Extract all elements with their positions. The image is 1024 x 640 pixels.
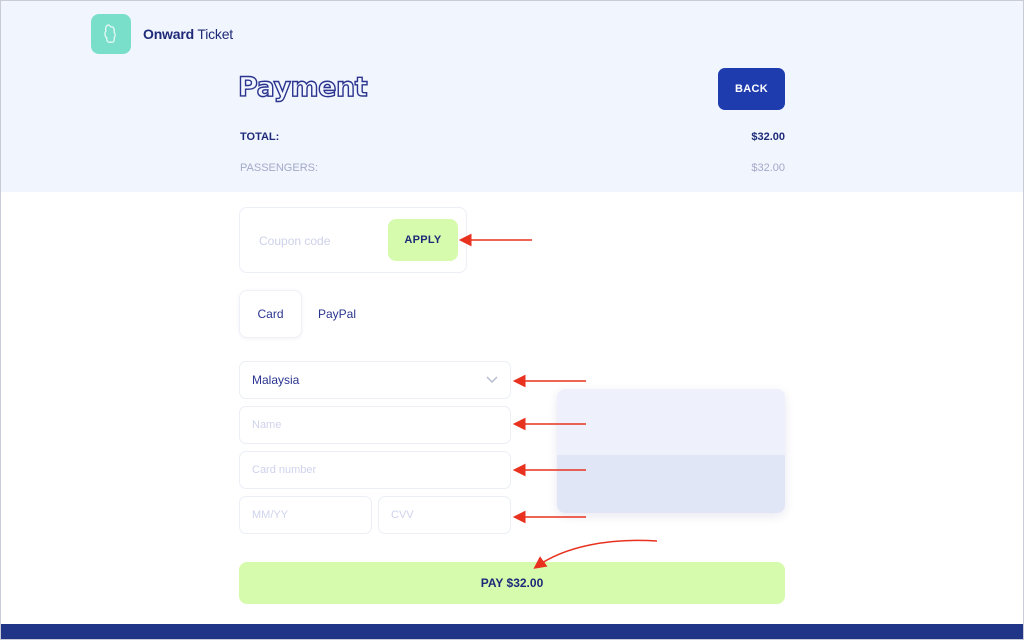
cvv-field[interactable] [379,497,510,533]
brand-name-bold: Onward [143,26,194,42]
apply-coupon-button[interactable]: APPLY [388,219,458,261]
card-preview-bottom [557,455,785,513]
card-preview [557,389,785,513]
tab-paypal[interactable]: PayPal [306,290,368,338]
total-value: $32.00 [751,131,785,143]
name-field[interactable] [240,407,510,443]
card-number-field[interactable] [240,452,510,488]
page-title: Payment [237,71,368,103]
footer-band [0,624,1024,640]
tab-card[interactable]: Card [239,290,302,338]
passengers-value: $32.00 [751,162,785,174]
country-value: Malaysia [252,373,300,387]
brand-logo[interactable] [91,14,131,54]
chevron-down-icon [486,376,498,384]
coupon-box: APPLY [239,207,467,273]
card-preview-top [557,389,785,455]
passengers-row: PASSENGERS: $32.00 [240,162,785,174]
total-row: TOTAL: $32.00 [240,131,785,143]
back-button[interactable]: BACK [718,68,785,110]
pay-button[interactable]: PAY $32.00 [239,562,785,604]
expiry-field[interactable] [240,497,371,533]
brand-name-light: Ticket [197,26,233,42]
total-label: TOTAL: [240,131,280,143]
name-field-wrapper [239,406,511,444]
cvv-field-wrapper [378,496,511,534]
card-number-field-wrapper [239,451,511,489]
country-select[interactable]: Malaysia [239,361,511,399]
passengers-label: PASSENGERS: [240,162,319,174]
ticket-icon [104,24,116,43]
brand-name[interactable]: Onward Ticket [143,26,233,42]
coupon-input[interactable] [252,226,382,256]
expiry-field-wrapper [239,496,372,534]
